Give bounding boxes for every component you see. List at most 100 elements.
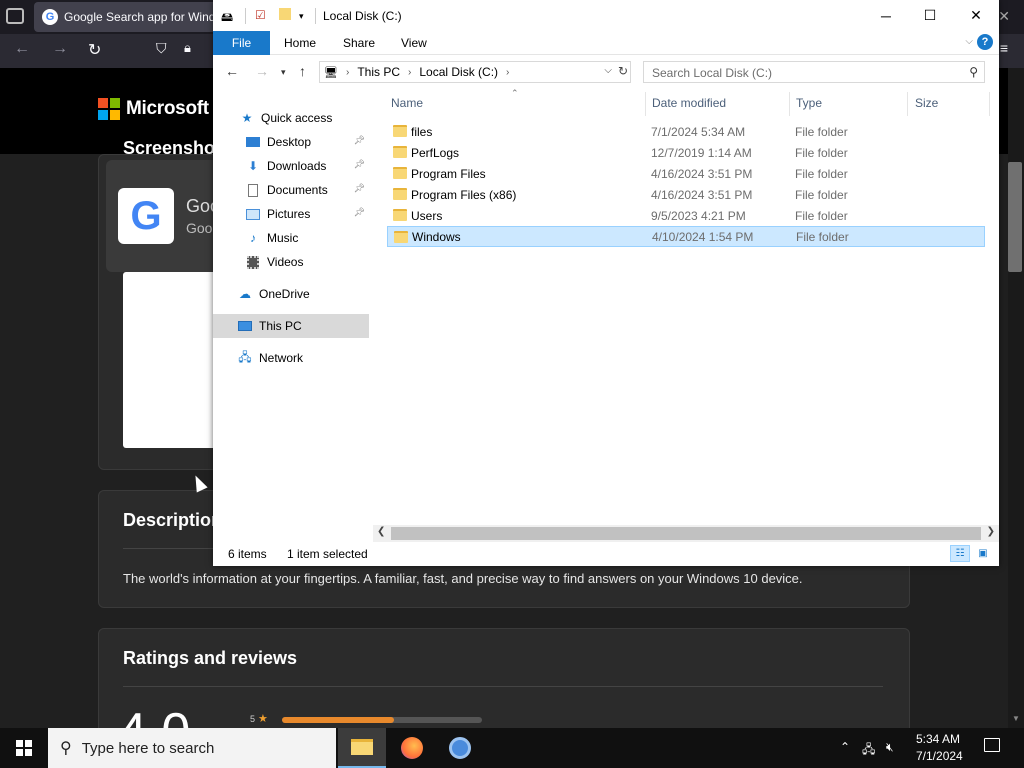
file-name: PerfLogs (411, 145, 460, 160)
clock-time[interactable]: 5:34 AM (916, 732, 960, 746)
customize-toolbar-icon[interactable]: ▾ (299, 11, 304, 22)
nav-pictures[interactable]: Pictures 📌︎ (213, 202, 369, 226)
horizontal-scrollbar[interactable]: ❮ ❯ (373, 525, 999, 542)
search-input[interactable]: Search Local Disk (C:) ⚲ (643, 61, 985, 83)
maximize-button[interactable]: ☐ (907, 0, 953, 31)
nav-music[interactable]: ♪ Music (213, 226, 369, 250)
browser-close-icon[interactable]: ✕ (998, 8, 1010, 25)
screenshot-preview[interactable] (123, 272, 223, 448)
google-app-icon: G (118, 188, 174, 244)
column-header-date[interactable]: Date modified (652, 96, 726, 110)
large-icons-view-icon[interactable]: ▣ (973, 545, 993, 562)
nav-network[interactable]: 🖧 Network (213, 346, 369, 370)
nav-onedrive[interactable]: ☁ OneDrive (213, 282, 369, 306)
details-view-icon[interactable]: ☷ (950, 545, 970, 562)
network-icon: 🖧 (238, 349, 252, 364)
column-divider[interactable] (789, 92, 790, 116)
back-icon[interactable]: ← (14, 40, 30, 58)
browser-menu-icon[interactable]: ≡ (1000, 40, 1008, 56)
drive-icon[interactable]: 🖴 (221, 8, 233, 29)
list-all-tabs-icon[interactable] (6, 8, 24, 24)
refresh-icon[interactable]: ↻ (618, 64, 628, 78)
tab-home[interactable]: Home (284, 36, 316, 50)
horizontal-scrollbar-thumb[interactable] (391, 527, 981, 540)
volume-muted-icon[interactable]: 🔇︎ (886, 740, 894, 755)
chevron-down-icon[interactable]: ⌵ (604, 65, 612, 76)
pin-icon[interactable]: 📌︎ (354, 159, 365, 170)
network-status-icon[interactable]: 🖧 (862, 740, 875, 761)
minimize-button[interactable]: ─ (863, 0, 909, 31)
file-row[interactable]: PerfLogs 12/7/2019 1:14 AM File folder (387, 142, 985, 163)
page-scrollbar-thumb[interactable] (1008, 162, 1022, 272)
folder-icon (393, 188, 407, 200)
notifications-icon[interactable] (984, 738, 1000, 752)
column-header-name[interactable]: Name (391, 96, 423, 110)
nav-documents[interactable]: Documents 📌︎ (213, 178, 369, 202)
explorer-title-bar[interactable]: 🖴 ☑ ▾ Local Disk (C:) ─ ☐ ✕ (213, 0, 999, 31)
expand-ribbon-icon[interactable]: ⌵ (965, 36, 973, 47)
up-icon[interactable]: ↑ (299, 63, 306, 79)
nav-videos[interactable]: Videos (213, 250, 369, 274)
nav-quick-access[interactable]: ★ Quick access (213, 106, 369, 130)
pin-icon[interactable]: 📌︎ (354, 207, 365, 218)
taskbar-file-explorer[interactable] (338, 728, 386, 768)
downloads-icon: ⬇ (247, 159, 259, 173)
forward-icon[interactable]: → (52, 40, 68, 58)
shield-icon[interactable]: ⛉ (156, 40, 167, 57)
address-bar[interactable]: 🖥︎ › This PC › Local Disk (C:) › ⌵ ↻ (319, 61, 631, 83)
file-row[interactable]: Program Files 4/16/2024 3:51 PM File fol… (387, 163, 985, 184)
taskbar-chrome[interactable] (436, 728, 484, 768)
breadcrumb-this-pc[interactable]: This PC (357, 65, 400, 79)
nav-label: This PC (259, 319, 302, 333)
lock-icon[interactable]: 🔒︎ (184, 40, 191, 56)
file-row[interactable]: Users 9/5/2023 4:21 PM File folder (387, 205, 985, 226)
forward-icon[interactable]: → (255, 63, 269, 79)
help-icon[interactable]: ? (977, 34, 993, 50)
divider (123, 686, 883, 687)
nav-downloads[interactable]: ⬇ Downloads 📌︎ (213, 154, 369, 178)
tab-file[interactable]: File (213, 31, 270, 55)
folder-icon (393, 209, 407, 221)
file-row-selected[interactable]: Windows 4/10/2024 1:54 PM File folder (387, 226, 985, 247)
file-row[interactable]: files 7/1/2024 5:34 AM File folder (387, 121, 985, 142)
new-folder-icon[interactable] (279, 8, 291, 23)
file-name: files (411, 124, 433, 139)
app-publisher: Goo (186, 220, 213, 236)
start-button[interactable] (0, 728, 48, 768)
column-header-type[interactable]: Type (796, 96, 822, 110)
nav-this-pc[interactable]: This PC (213, 314, 369, 338)
properties-icon[interactable]: ☑ (255, 8, 266, 22)
back-icon[interactable]: ← (225, 63, 239, 79)
chevron-right-icon[interactable]: › (408, 67, 411, 78)
browser-icon (449, 737, 471, 759)
column-divider[interactable] (907, 92, 908, 116)
chevron-right-icon[interactable]: › (346, 67, 349, 78)
close-button[interactable]: ✕ (953, 0, 999, 31)
scroll-left-icon[interactable]: ❮ (377, 526, 385, 537)
file-name: Windows (412, 229, 461, 244)
recent-locations-icon[interactable]: ▾ (281, 67, 286, 78)
microsoft-logo[interactable]: Microsoft (98, 98, 209, 120)
show-hidden-icons-icon[interactable]: ⌃ (840, 740, 850, 754)
browser-tab-title: Google Search app for Windo (64, 10, 223, 24)
tab-share[interactable]: Share (343, 36, 375, 50)
taskbar-search-box[interactable]: ⚲ Type here to search (48, 728, 336, 768)
breadcrumb-local-disk[interactable]: Local Disk (C:) (419, 65, 498, 79)
tab-view[interactable]: View (401, 36, 427, 50)
scroll-right-icon[interactable]: ❯ (987, 526, 995, 537)
file-row[interactable]: Program Files (x86) 4/16/2024 3:51 PM Fi… (387, 184, 985, 205)
scroll-down-icon[interactable]: ▼ (1012, 714, 1020, 723)
column-divider[interactable] (989, 92, 990, 116)
pin-icon[interactable]: 📌︎ (354, 183, 365, 194)
chevron-right-icon[interactable]: › (506, 67, 509, 78)
column-header-size[interactable]: Size (915, 96, 938, 110)
folder-icon (394, 231, 408, 243)
taskbar-search-placeholder: Type here to search (81, 739, 215, 757)
column-divider[interactable] (645, 92, 646, 116)
nav-desktop[interactable]: Desktop 📌︎ (213, 130, 369, 154)
videos-icon (245, 255, 261, 269)
clock-date[interactable]: 7/1/2024 (916, 749, 963, 763)
taskbar-firefox[interactable] (388, 728, 436, 768)
pin-icon[interactable]: 📌︎ (354, 135, 365, 146)
reload-icon[interactable]: ↻ (88, 40, 101, 60)
